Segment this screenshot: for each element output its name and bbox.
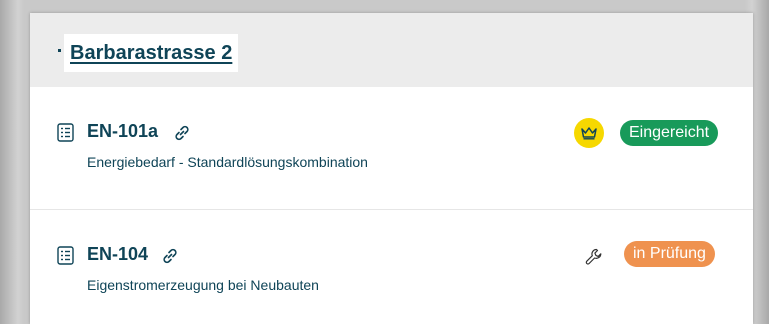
address-marker [58,49,61,52]
list-item[interactable]: EN-101a Energiebedarf - Standardlösungsk… [30,87,753,210]
crown-icon [581,127,597,140]
checklist-icon [57,246,74,265]
address-link[interactable]: Barbarastrasse 2 [70,42,232,65]
checklist-icon [57,123,74,142]
list-item[interactable]: EN-104 Eigenstromerzeugung bei Neubauten… [30,210,753,324]
status-badge: in Prüfung [624,241,715,267]
link-icon[interactable] [173,125,191,141]
address-chip: Barbarastrasse 2 [64,34,239,72]
link-icon[interactable] [161,248,179,264]
crown-badge [574,118,604,148]
project-card: Barbarastrasse 2 EN-101a Energiebedarf -… [30,13,753,324]
item-code[interactable]: EN-104 [87,244,148,265]
card-header: Barbarastrasse 2 [30,13,753,87]
wrench-icon [585,248,602,265]
status-badge: Eingereicht [620,120,719,146]
item-code[interactable]: EN-101a [87,121,158,142]
item-description: Energiebedarf - Standardlösungskombinati… [87,154,368,170]
item-description: Eigenstromerzeugung bei Neubauten [87,277,319,293]
